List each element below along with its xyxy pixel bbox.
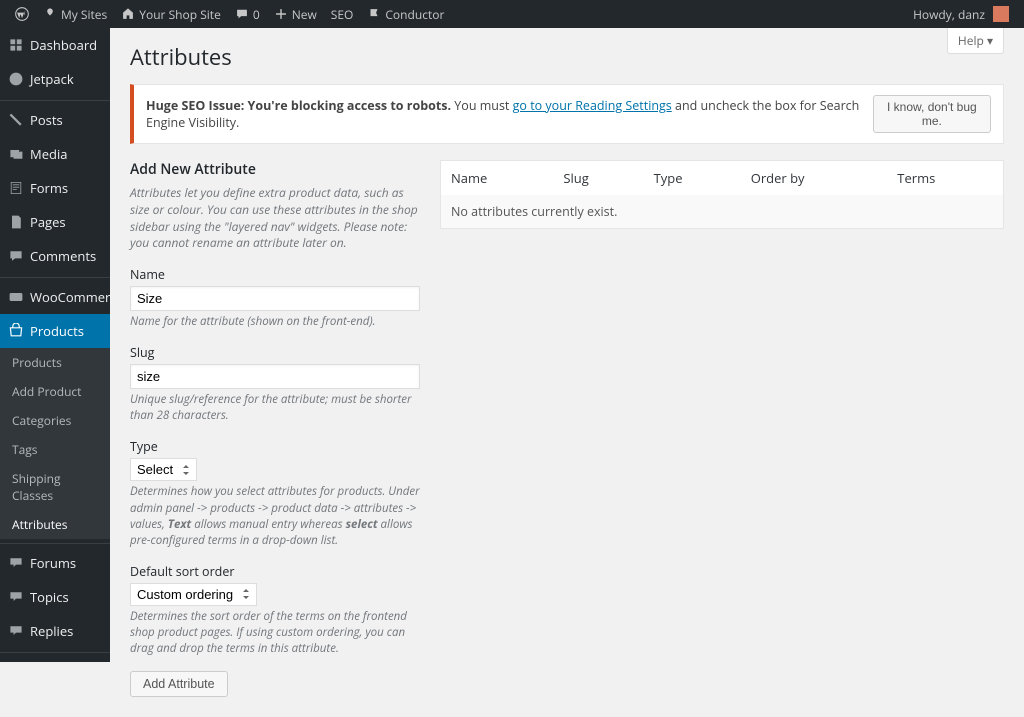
submenu-products[interactable]: Products — [0, 348, 110, 377]
col-orderby: Order by — [741, 161, 888, 196]
menu-jetpack[interactable]: Jetpack — [0, 62, 110, 96]
menu-woocommerce[interactable]: WooCommerce — [0, 277, 110, 314]
slug-label: Slug — [130, 344, 420, 361]
submenu-add-product[interactable]: Add Product — [0, 377, 110, 406]
new-link[interactable]: New — [267, 0, 324, 28]
menu-topics-label: Topics — [30, 588, 69, 606]
table-row: No attributes currently exist. — [441, 195, 1004, 229]
admin-bar: My Sites Your Shop Site 0 New SEO Conduc… — [0, 0, 1024, 28]
name-hint: Name for the attribute (shown on the fro… — [130, 314, 420, 330]
new-label: New — [292, 6, 317, 23]
col-slug: Slug — [553, 161, 643, 196]
seo-notice: Huge SEO Issue: You're blocking access t… — [130, 84, 1004, 144]
add-attribute-button[interactable]: Add Attribute — [130, 671, 228, 697]
menu-forums-label: Forums — [30, 554, 76, 572]
menu-posts-label: Posts — [30, 111, 63, 129]
notice-bold: Huge SEO Issue: You're blocking access t… — [146, 97, 451, 114]
conductor-link[interactable]: Conductor — [360, 0, 451, 28]
conductor-label: Conductor — [385, 6, 444, 23]
menu-media-label: Media — [30, 145, 67, 163]
howdy-link[interactable]: Howdy, danz — [906, 0, 1016, 28]
menu-topics[interactable]: Topics — [0, 580, 110, 614]
type-hint: Determines how you select attributes for… — [130, 484, 420, 548]
menu-comments[interactable]: Comments — [0, 239, 110, 273]
submenu-tags[interactable]: Tags — [0, 435, 110, 464]
name-input[interactable] — [130, 286, 420, 311]
comments-count: 0 — [253, 6, 260, 23]
menu-jetpack-label: Jetpack — [30, 70, 74, 88]
menu-forms-label: Forms — [30, 179, 68, 197]
help-label: Help — [958, 32, 984, 49]
slug-hint: Unique slug/reference for the attribute;… — [130, 392, 420, 424]
menu-woocommerce-label: WooCommerce — [30, 288, 110, 306]
wp-logo[interactable] — [8, 0, 36, 28]
col-terms: Terms — [887, 161, 1003, 196]
add-heading: Add New Attribute — [130, 160, 420, 179]
menu-pages[interactable]: Pages — [0, 205, 110, 239]
add-attribute-panel: Add New Attribute Attributes let you def… — [130, 160, 420, 697]
menu-replies[interactable]: Replies — [0, 614, 110, 648]
submenu-categories[interactable]: Categories — [0, 406, 110, 435]
site-link[interactable]: Your Shop Site — [114, 0, 228, 28]
menu-products-label: Products — [30, 322, 84, 340]
menu-posts[interactable]: Posts — [0, 100, 110, 137]
submenu-shipping-classes[interactable]: Shipping Classes — [0, 464, 110, 510]
comments-link[interactable]: 0 — [228, 0, 267, 28]
menu-replies-label: Replies — [30, 622, 73, 640]
order-select[interactable]: Custom ordering — [130, 583, 257, 606]
page-body: Help ▾ Attributes Huge SEO Issue: You're… — [110, 28, 1024, 717]
menu-appearance[interactable]: Appearance — [0, 652, 110, 662]
type-label: Type — [130, 438, 420, 455]
type-select[interactable]: Select — [130, 458, 197, 481]
dismiss-button[interactable]: I know, don't bug me. — [873, 95, 991, 133]
site-name-label: Your Shop Site — [139, 6, 221, 23]
order-hint: Determines the sort order of the terms o… — [130, 609, 420, 657]
name-label: Name — [130, 266, 420, 283]
notice-pre: You must — [451, 97, 513, 114]
menu-products[interactable]: Products — [0, 314, 110, 348]
menu-media[interactable]: Media — [0, 137, 110, 171]
attributes-table-panel: Name Slug Type Order by Terms No attribu… — [440, 160, 1004, 229]
my-sites-label: My Sites — [61, 6, 107, 23]
add-intro: Attributes let you define extra product … — [130, 185, 420, 252]
seo-label: SEO — [331, 6, 354, 23]
menu-pages-label: Pages — [30, 213, 66, 231]
reading-settings-link[interactable]: go to your Reading Settings — [513, 97, 672, 114]
avatar — [993, 6, 1009, 22]
col-name: Name — [441, 161, 554, 196]
page-title: Attributes — [130, 38, 1004, 84]
col-type: Type — [644, 161, 741, 196]
products-submenu: Products Add Product Categories Tags Shi… — [0, 348, 110, 539]
howdy-label: Howdy, danz — [913, 6, 985, 23]
menu-forums[interactable]: Forums — [0, 543, 110, 580]
slug-input[interactable] — [130, 364, 420, 389]
attributes-table: Name Slug Type Order by Terms No attribu… — [440, 160, 1004, 229]
admin-menu: Dashboard Jetpack Posts Media Forms Page… — [0, 28, 110, 662]
order-label: Default sort order — [130, 563, 420, 580]
menu-dashboard[interactable]: Dashboard — [0, 28, 110, 62]
submenu-attributes[interactable]: Attributes — [0, 510, 110, 539]
notice-text: Huge SEO Issue: You're blocking access t… — [146, 97, 865, 131]
my-sites-link[interactable]: My Sites — [36, 0, 114, 28]
seo-link[interactable]: SEO — [324, 0, 361, 28]
menu-dashboard-label: Dashboard — [30, 36, 97, 54]
empty-message: No attributes currently exist. — [441, 195, 1004, 229]
menu-comments-label: Comments — [30, 247, 96, 265]
menu-forms[interactable]: Forms — [0, 171, 110, 205]
help-button[interactable]: Help ▾ — [947, 28, 1004, 54]
